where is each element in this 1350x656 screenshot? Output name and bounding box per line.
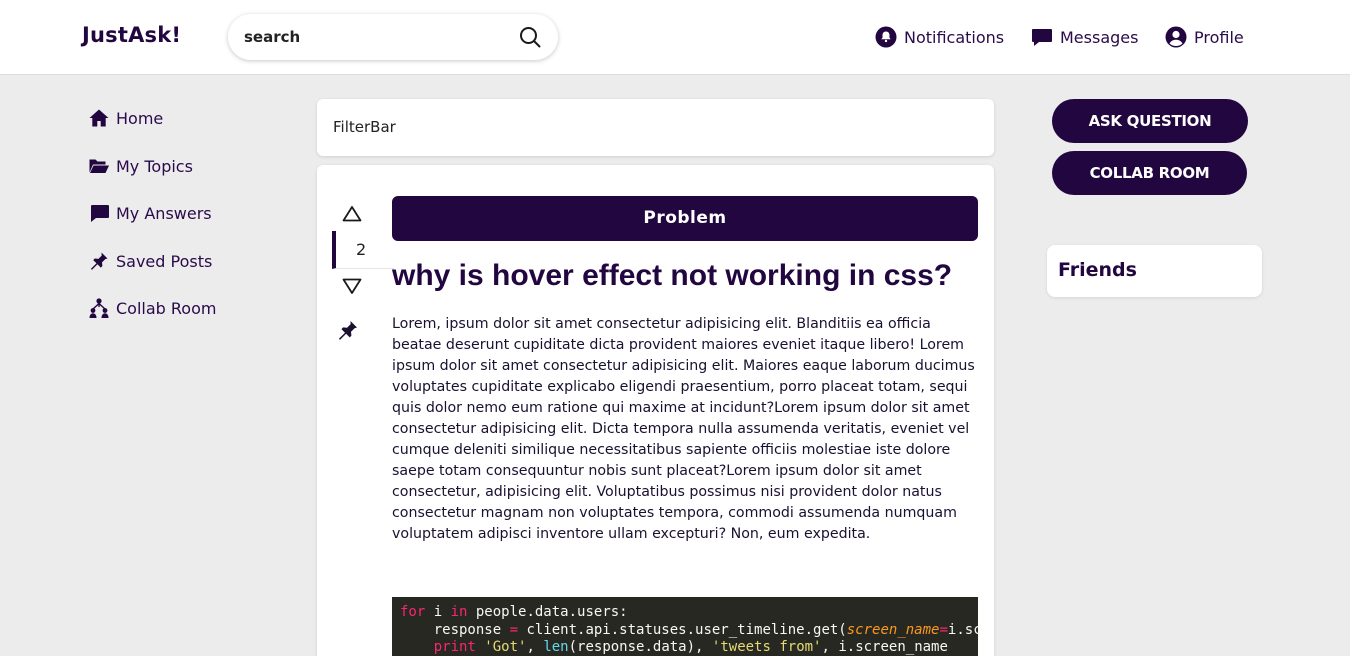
post-card: 2 Problem why is hover effect not workin…: [317, 165, 994, 656]
bell-icon: [875, 26, 897, 48]
sidebar-item-saved-posts[interactable]: Saved Posts: [88, 250, 212, 272]
pin-icon: [88, 250, 110, 272]
sidebar-item-collab-room[interactable]: Collab Room: [88, 297, 216, 319]
nav-messages[interactable]: Messages: [1031, 25, 1138, 49]
code-line: for i in people.data.users:: [400, 604, 628, 620]
filter-bar-label: FilterBar: [333, 118, 396, 136]
folder-open-icon: [88, 155, 110, 177]
upvote-icon[interactable]: [341, 203, 363, 225]
brand-logo[interactable]: JustAsk!: [82, 23, 181, 47]
post-title[interactable]: why is hover effect not working in css?: [392, 259, 982, 293]
sidebar-item-label: My Topics: [116, 156, 193, 176]
search-input[interactable]: [244, 25, 504, 49]
friends-title: Friends: [1058, 259, 1137, 281]
nav-profile-label: Profile: [1194, 27, 1244, 47]
sidebar-item-label: Collab Room: [116, 298, 217, 318]
people-network-icon: [88, 297, 110, 319]
chat-bubble-icon: [1032, 29, 1052, 46]
nav-messages-label: Messages: [1060, 27, 1139, 47]
pin-icon[interactable]: [337, 319, 359, 341]
filter-bar[interactable]: FilterBar: [317, 99, 994, 156]
sidebar-item-home[interactable]: Home: [88, 107, 163, 129]
search-icon[interactable]: [518, 25, 542, 49]
ask-question-button[interactable]: ASK QUESTION: [1052, 99, 1248, 143]
sidebar-item-my-topics[interactable]: My Topics: [88, 155, 193, 177]
collab-room-button[interactable]: COLLAB ROOM: [1052, 151, 1247, 195]
home-icon: [88, 107, 110, 129]
post-category-tag: Problem: [392, 196, 978, 241]
sidebar-item-label: My Answers: [116, 203, 212, 223]
code-line: response = client.api.statuses.user_time…: [400, 621, 978, 638]
sidebar-item-label: Home: [116, 108, 164, 128]
search-bar: [228, 14, 558, 60]
nav-profile[interactable]: Profile: [1165, 25, 1244, 49]
downvote-icon[interactable]: [341, 275, 363, 297]
sidebar-item-my-answers[interactable]: My Answers: [88, 202, 212, 224]
user-circle-icon: [1165, 26, 1187, 48]
sidebar-item-label: Saved Posts: [116, 251, 213, 271]
code-line: print 'Got', len(response.data), 'tweets…: [400, 639, 948, 655]
nav-notifications-label: Notifications: [904, 27, 1005, 47]
friends-panel: Friends: [1047, 245, 1262, 297]
vote-count: 2: [332, 231, 394, 269]
post-body: Lorem, ipsum dolor sit amet consectetur …: [392, 316, 975, 542]
chat-bubble-icon: [88, 202, 110, 224]
code-snippet: for i in people.data.users: response = c…: [392, 597, 978, 656]
nav-notifications[interactable]: Notifications: [875, 25, 1004, 49]
top-navbar: JustAsk! Notifications Messages Profile: [0, 0, 1350, 75]
